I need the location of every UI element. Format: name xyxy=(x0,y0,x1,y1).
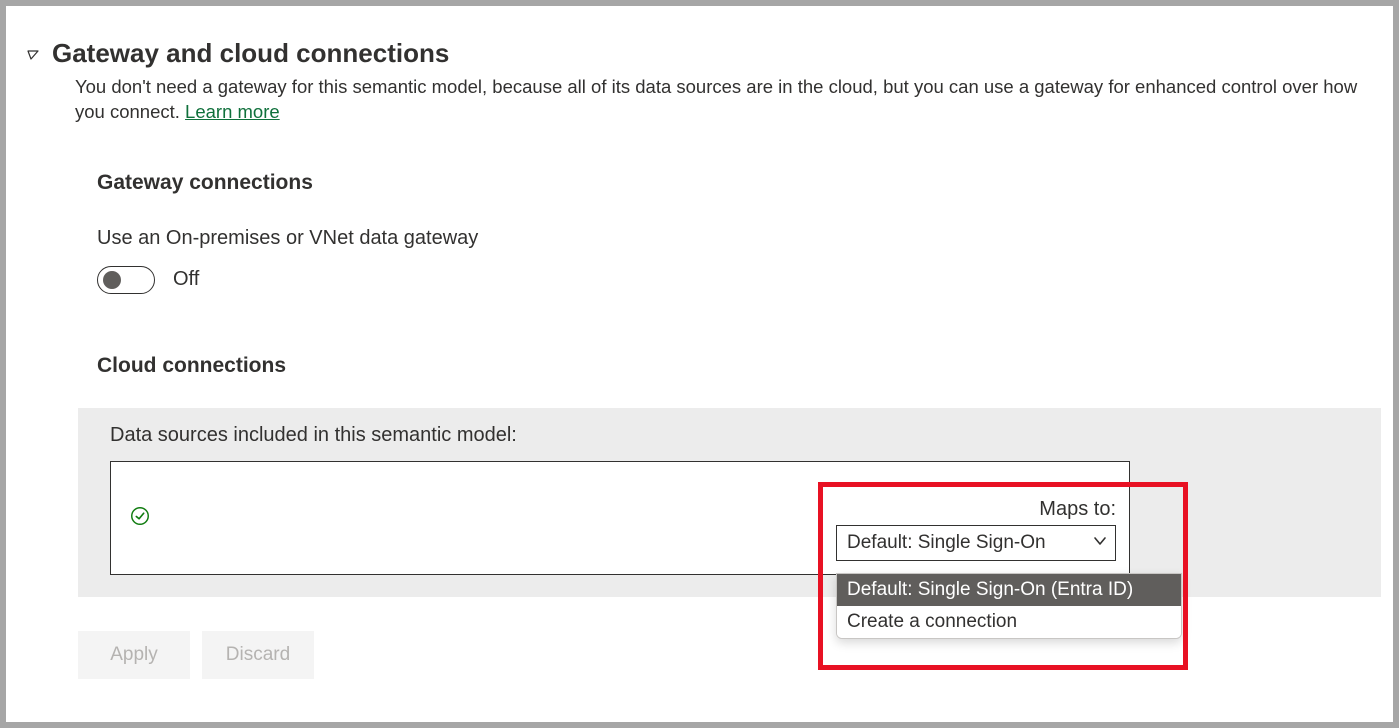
maps-to-dropdown: Default: Single Sign-On (Entra ID) Creat… xyxy=(836,573,1182,639)
discard-button[interactable]: Discard xyxy=(202,631,314,679)
gateway-toggle[interactable] xyxy=(97,266,155,294)
cloud-connections-title: Cloud connections xyxy=(97,354,1381,378)
gateway-connections-title: Gateway connections xyxy=(97,171,1381,195)
section-header[interactable]: Gateway and cloud connections xyxy=(50,38,1381,69)
maps-to-select[interactable]: Default: Single Sign-On xyxy=(836,525,1116,561)
chevron-down-icon xyxy=(1093,532,1107,554)
toggle-knob xyxy=(103,271,121,289)
section-description: You don't need a gateway for this semant… xyxy=(75,75,1381,125)
gateway-section: Gateway connections Use an On-premises o… xyxy=(97,171,1381,378)
collapse-icon[interactable] xyxy=(26,47,40,61)
footer-buttons: Apply Discard xyxy=(78,631,314,679)
section-title: Gateway and cloud connections xyxy=(52,38,449,69)
apply-button[interactable]: Apply xyxy=(78,631,190,679)
gateway-toggle-row: Off xyxy=(97,266,1381,294)
panel-label: Data sources included in this semantic m… xyxy=(110,424,1381,447)
check-icon xyxy=(129,505,151,530)
dropdown-option-default-sso[interactable]: Default: Single Sign-On (Entra ID) xyxy=(837,574,1181,606)
gateway-toggle-state: Off xyxy=(173,268,199,291)
cloud-connections-panel: Data sources included in this semantic m… xyxy=(78,408,1381,597)
app-frame: Gateway and cloud connections You don't … xyxy=(0,0,1399,728)
maps-to-select-value: Default: Single Sign-On xyxy=(847,532,1046,554)
learn-more-link[interactable]: Learn more xyxy=(185,101,280,122)
maps-to-block: Maps to: Default: Single Sign-On xyxy=(836,498,1116,561)
gateway-toggle-label: Use an On-premises or VNet data gateway xyxy=(97,227,1381,250)
maps-to-label: Maps to: xyxy=(836,498,1116,521)
dropdown-option-create-connection[interactable]: Create a connection xyxy=(837,606,1181,638)
content-area: Gateway and cloud connections You don't … xyxy=(6,6,1393,597)
